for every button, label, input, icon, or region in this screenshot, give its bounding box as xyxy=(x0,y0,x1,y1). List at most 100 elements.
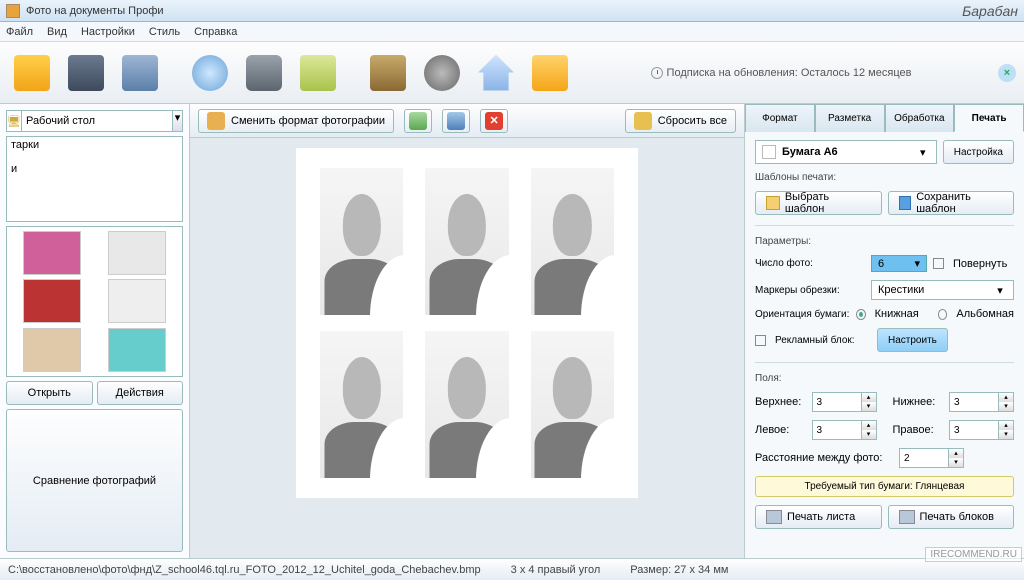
center-pane: Сменить формат фотографии ✕ Сбросить все xyxy=(190,104,744,558)
margin-left-label: Левое: xyxy=(755,424,806,436)
margin-right-input[interactable]: 3 xyxy=(949,420,999,440)
ad-block-checkbox[interactable] xyxy=(755,335,766,346)
tool-help[interactable] xyxy=(364,49,412,97)
paper-select[interactable]: Бумага A6▾ xyxy=(755,140,937,164)
folder-input[interactable] xyxy=(22,110,173,132)
right-pane: Формат Разметка Обработка Печать Бумага … xyxy=(744,104,1024,558)
thumb-item[interactable]: image.png xyxy=(97,231,179,275)
tool-media[interactable] xyxy=(418,49,466,97)
reset-all-button[interactable]: Сбросить все xyxy=(625,109,736,133)
statusbar: C:\восстановлено\фото\фнд\Z_school46.tql… xyxy=(0,558,1024,580)
toolbar-close[interactable]: × xyxy=(998,64,1016,82)
thumb-item[interactable]: …sh-vyissh.jpg xyxy=(11,279,93,323)
crop-markers-select[interactable]: Крестики▾ xyxy=(871,280,1014,300)
thumb-item[interactable]: …chev (1).bmp xyxy=(97,279,179,323)
thumb-item[interactable] xyxy=(97,328,179,372)
app-icon xyxy=(6,4,20,18)
paper-settings-button[interactable]: Настройка xyxy=(943,140,1014,164)
menu-style[interactable]: Стиль xyxy=(149,26,180,38)
margin-right-spinner[interactable]: ▴▾ xyxy=(999,420,1014,440)
ad-block-label: Рекламный блок: xyxy=(775,335,871,346)
tool-camera[interactable] xyxy=(240,49,288,97)
required-paper-notice: Требуемый тип бумаги: Глянцевая xyxy=(755,476,1014,497)
folder-notes[interactable]: тарки и xyxy=(6,136,183,222)
photo-cell[interactable] xyxy=(320,331,403,478)
margin-bottom-label: Нижнее: xyxy=(893,396,944,408)
margin-bottom-spinner[interactable]: ▴▾ xyxy=(999,392,1014,412)
crop-markers-label: Маркеры обрезки: xyxy=(755,285,865,296)
left-pane: 🖥 ▾ тарки и 31_0.jpg image.png …sh-vyiss… xyxy=(0,104,190,558)
tool-search-doc[interactable] xyxy=(294,49,342,97)
menu-help[interactable]: Справка xyxy=(194,26,237,38)
print-sheet-button[interactable]: Печать листа xyxy=(755,505,882,529)
delete-button[interactable]: ✕ xyxy=(480,109,508,133)
tool-zoom[interactable] xyxy=(186,49,234,97)
home-icon xyxy=(478,55,514,91)
orient-portrait-radio[interactable] xyxy=(856,309,866,320)
tool-cart[interactable] xyxy=(526,49,574,97)
desktop-icon: 🖥 xyxy=(6,110,22,132)
canvas-area[interactable] xyxy=(190,138,744,558)
photo-cell[interactable] xyxy=(531,168,614,315)
folder-small-icon xyxy=(766,196,780,210)
photo-cell[interactable] xyxy=(425,331,508,478)
photo-cell[interactable] xyxy=(425,168,508,315)
photo-cell[interactable] xyxy=(320,168,403,315)
tool-print[interactable] xyxy=(116,49,164,97)
tool-home[interactable] xyxy=(472,49,520,97)
rotate-checkbox[interactable] xyxy=(933,258,944,269)
folder-dropdown[interactable]: ▾ xyxy=(173,110,183,132)
margin-bottom-input[interactable]: 3 xyxy=(949,392,999,412)
broom-icon xyxy=(634,112,652,130)
open-button[interactable]: Открыть xyxy=(6,381,93,405)
book-icon xyxy=(370,55,406,91)
actions-button[interactable]: Действия xyxy=(97,381,184,405)
titlebar: Фото на документы Профи Барабан xyxy=(0,0,1024,22)
delete-icon: ✕ xyxy=(485,112,503,130)
menubar: Файл Вид Настройки Стиль Справка xyxy=(0,22,1024,42)
num-photos-select[interactable]: 6▾ xyxy=(871,255,927,272)
tool-save[interactable] xyxy=(62,49,110,97)
status-size: Размер: 27 x 34 мм xyxy=(630,564,728,576)
subscription-info: Подписка на обновления: Осталось 12 меся… xyxy=(651,67,912,79)
page-icon xyxy=(762,145,776,159)
margin-left-input[interactable]: 3 xyxy=(812,420,862,440)
photo-gap-spinner[interactable]: ▴▾ xyxy=(949,448,964,468)
printer-small-icon xyxy=(766,510,782,524)
margin-top-spinner[interactable]: ▴▾ xyxy=(862,392,877,412)
status-path: C:\восстановлено\фото\фнд\Z_school46.tql… xyxy=(8,564,481,576)
floppy-icon xyxy=(68,55,104,91)
menu-file[interactable]: Файл xyxy=(6,26,33,38)
thumb-item[interactable]: 31_0.jpg xyxy=(11,231,93,275)
clock-icon xyxy=(651,67,663,79)
orient-landscape-radio[interactable] xyxy=(938,309,948,320)
rotate-label: Повернуть xyxy=(953,258,1007,270)
thumb-item[interactable] xyxy=(11,328,93,372)
compare-button[interactable]: Сравнение фотографий xyxy=(6,409,183,552)
tab-layout[interactable]: Разметка xyxy=(815,104,885,132)
tab-format[interactable]: Формат xyxy=(745,104,815,132)
change-format-button[interactable]: Сменить формат фотографии xyxy=(198,109,394,133)
watermark: IRECOMMEND.RU xyxy=(925,547,1022,562)
menu-view[interactable]: Вид xyxy=(47,26,67,38)
photo-gap-input[interactable]: 2 xyxy=(899,448,949,468)
window-title: Фото на документы Профи xyxy=(26,5,164,17)
camera-icon xyxy=(246,55,282,91)
params-label: Параметры: xyxy=(755,236,1014,247)
tab-processing[interactable]: Обработка xyxy=(885,104,955,132)
save-template-button[interactable]: Сохранить шаблон xyxy=(888,191,1015,215)
doc-search-icon xyxy=(300,55,336,91)
tab-print[interactable]: Печать xyxy=(954,104,1024,132)
photo-cell[interactable] xyxy=(531,331,614,478)
menu-settings[interactable]: Настройки xyxy=(81,26,135,38)
margin-top-input[interactable]: 3 xyxy=(812,392,862,412)
choose-template-button[interactable]: Выбрать шаблон xyxy=(755,191,882,215)
orient-portrait-label: Книжная xyxy=(875,308,919,320)
configure-button[interactable]: Настроить xyxy=(877,328,948,352)
zoom-button[interactable] xyxy=(442,109,470,133)
tool-open[interactable] xyxy=(8,49,56,97)
margin-left-spinner[interactable]: ▴▾ xyxy=(862,420,877,440)
print-blocks-button[interactable]: Печать блоков xyxy=(888,505,1015,529)
fit-button[interactable] xyxy=(404,109,432,133)
person-icon xyxy=(207,112,225,130)
